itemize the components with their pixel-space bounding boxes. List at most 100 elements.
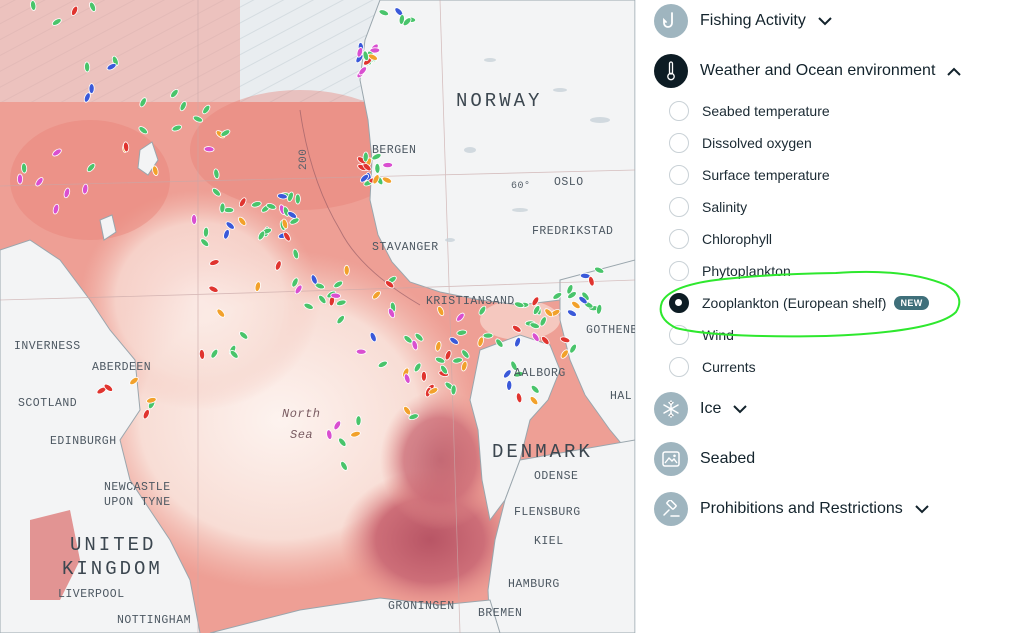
vessel-marker[interactable] [16,173,23,185]
radio-button[interactable] [669,357,689,377]
layer-option-zooplankton[interactable]: Zooplankton (European shelf) NEW [669,291,929,315]
vessel-marker[interactable] [355,348,367,355]
radio-button[interactable] [669,165,689,185]
map-label-liverpool: LIVERPOOL [58,588,125,601]
section-ice[interactable]: Ice [654,392,748,426]
vessel-marker[interactable] [355,415,362,427]
vessel-marker[interactable] [374,163,381,174]
vessel-marker[interactable] [202,226,210,238]
layer-label: Phytoplankton [702,263,791,279]
gavel-icon [654,492,688,526]
vessel-marker[interactable] [84,61,91,73]
layer-label: Salinity [702,199,748,215]
map-label-north-sea-1: North [282,407,321,421]
layer-option-currents[interactable]: Currents [669,355,756,379]
layer-option-surface-temperature[interactable]: Surface temperature [669,163,830,187]
vessel-marker[interactable] [330,292,342,299]
vessel-marker[interactable] [294,193,301,205]
chevron-up-icon[interactable] [947,64,962,78]
section-title: Weather and Ocean environment [700,62,936,79]
layer-option-phytoplankton[interactable]: Phytoplankton [669,259,791,283]
chevron-down-icon[interactable] [818,14,832,28]
layer-label: Chlorophyll [702,231,773,247]
vessel-marker[interactable] [362,151,369,163]
map-label-edinburgh: EDINBURGH [50,435,117,448]
chevron-down-icon[interactable] [733,402,748,416]
vessel-marker[interactable] [343,264,350,276]
map-label-north-sea-2: Sea [290,428,314,442]
section-seabed[interactable]: Seabed [654,442,755,476]
section-title: Fishing Activity [700,12,806,29]
vessel-marker[interactable] [450,384,457,396]
vessel-marker[interactable] [21,162,28,174]
map-label-odense: ODENSE [534,470,579,483]
section-weather-ocean[interactable]: Weather and Ocean environment [654,54,962,88]
vessel-marker[interactable] [219,202,226,214]
map-label-kristiansand: KRISTIANSAND [426,295,515,308]
map-label-fredrikstad: FREDRIKSTAD [532,225,614,238]
map-label-norway: NORWAY [456,90,543,112]
radio-button[interactable] [669,261,689,281]
vessel-marker[interactable] [420,370,427,382]
image-icon [654,442,688,476]
map-label-denmark: DENMARK [492,441,593,463]
thermometer-icon [654,54,688,88]
section-title: Prohibitions and Restrictions [700,500,903,517]
section-title: Seabed [700,450,756,467]
section-title: Ice [700,400,722,417]
vessel-marker[interactable] [191,214,198,225]
chevron-down-icon[interactable] [915,502,929,516]
map-label-nottingham: NOTTINGHAM [117,614,192,627]
layer-option-wind[interactable]: Wind [669,323,734,347]
vessel-marker[interactable] [482,332,494,339]
map-label-uk-line1: UNITED [70,534,157,556]
map-label-bremen: BREMEN [478,607,523,620]
new-badge: NEW [894,296,929,310]
vessel-marker[interactable] [88,83,95,94]
layers-panel: Fishing Activity Weather and Ocean envir… [635,0,1021,633]
map-label-bergen: BERGEN [372,144,417,157]
radio-button[interactable] [669,229,689,249]
map-label-aberdeen: ABERDEEN [92,361,152,374]
map-label-flensburg: FLENSBURG [514,506,581,519]
map-view[interactable]: NORWAY DENMARK UNITED KINGDOM SCOTLAND I… [0,0,635,633]
vessel-marker[interactable] [203,146,215,153]
radio-button-selected[interactable] [669,293,689,313]
map-label-newcastle-2: UPON TYNE [104,496,171,509]
layer-option-salinity[interactable]: Salinity [669,195,747,219]
map-label-depth-200: 200 [298,148,310,170]
map-label-kiel: KIEL [534,535,564,548]
map-label-hamburg: HAMBURG [508,578,560,591]
map-label-oslo: OSLO [554,176,584,189]
map-label-inverness: INVERNESS [14,340,81,353]
map-label-latitude-60: 60° [511,181,531,192]
map-label-newcastle-1: NEWCASTLE [104,481,171,494]
snowflake-icon [654,392,688,426]
map-label-groningen: GRONINGEN [388,600,455,613]
map-label-uk-line2: KINGDOM [62,558,163,580]
radio-button[interactable] [669,133,689,153]
layer-label: Dissolved oxygen [702,135,812,151]
radio-button[interactable] [669,197,689,217]
layer-option-dissolved-oxygen[interactable]: Dissolved oxygen [669,131,812,155]
layer-label: Wind [702,327,734,343]
highlight-annotation [659,270,961,338]
map-label-aalborg: AALBORG [514,367,566,380]
vessel-marker[interactable] [382,162,394,169]
layer-label: Currents [702,359,756,375]
radio-button[interactable] [669,101,689,121]
vessel-marker[interactable] [506,380,513,391]
map-label-halmstad: HAL [610,390,633,403]
layer-label: Seabed temperature [702,103,830,119]
map-label-stavanger: STAVANGER [372,241,439,254]
fishing-hook-icon [654,4,688,38]
map-label-gothenburg: GOTHENBU [586,324,635,337]
section-prohibitions-restrictions[interactable]: Prohibitions and Restrictions [654,492,929,526]
section-fishing-activity[interactable]: Fishing Activity [654,4,832,38]
map-label-scotland: SCOTLAND [18,397,78,410]
layer-option-seabed-temperature[interactable]: Seabed temperature [669,99,830,123]
layer-label: Zooplankton (European shelf) [702,295,887,311]
radio-button[interactable] [669,325,689,345]
layer-option-chlorophyll[interactable]: Chlorophyll [669,227,772,251]
layer-label: Surface temperature [702,167,830,183]
